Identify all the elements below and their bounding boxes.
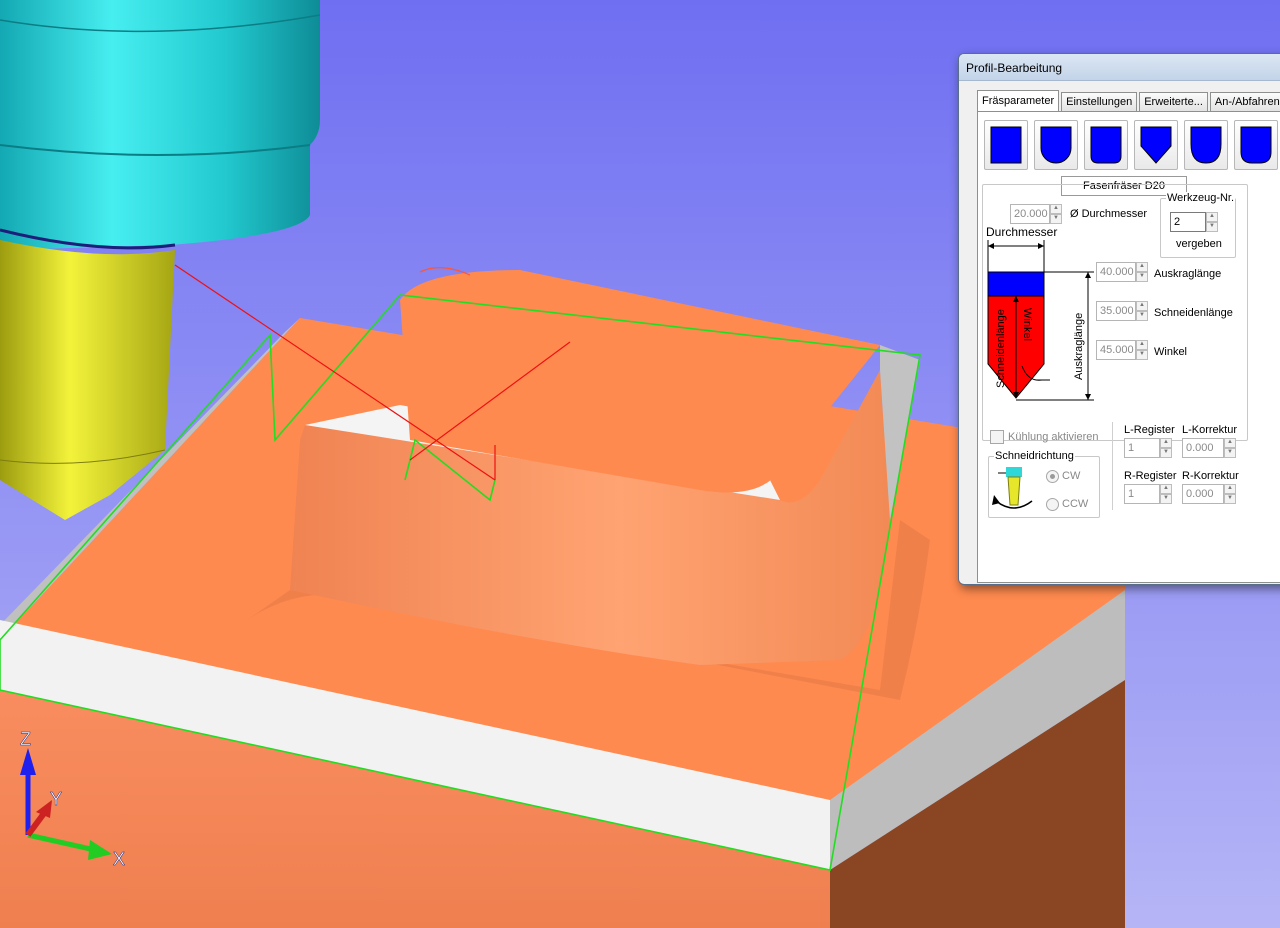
diagram-label-angle: Winkel <box>1021 308 1033 341</box>
tab-advanced[interactable]: Erweiterte... <box>1139 92 1208 111</box>
overhang-label: Auskraglänge <box>1154 268 1222 280</box>
profile-machining-dialog[interactable]: Profil-Bearbeitung Fräsparameter Einstel… <box>958 53 1280 585</box>
dialog-client: Fräsparameter Einstellungen Erweiterte..… <box>967 90 1280 584</box>
r-correction-arrows[interactable]: ▲ ▼ <box>1224 484 1236 504</box>
tool-taper-mill[interactable] <box>1234 120 1278 170</box>
angle-spinner[interactable]: 45.000 ▲ ▼ <box>1096 340 1148 360</box>
r-correction-spinner[interactable]: 0.000 ▲ ▼ <box>1182 484 1236 504</box>
cutting-length-input[interactable]: 35.000 <box>1096 301 1136 321</box>
diagram-label-diameter: Durchmesser <box>986 225 1057 239</box>
r-register-spinner[interactable]: 1 ▲ ▼ <box>1124 484 1172 504</box>
cutting-length-label: Schneidenlänge <box>1154 307 1233 319</box>
dialog-titlebar[interactable]: Profil-Bearbeitung <box>959 54 1280 81</box>
l-register-arrows[interactable]: ▲ ▼ <box>1160 438 1172 458</box>
angle-label: Winkel <box>1154 346 1188 358</box>
tabpage-milling-parameters: Fasenfräser D20 20.000 ▲ ▼ Ø Durchmesser … <box>977 111 1280 583</box>
ccw-radio[interactable] <box>1046 498 1059 511</box>
cooling-checkbox[interactable] <box>990 430 1004 444</box>
assign-label: vergeben <box>1176 238 1222 250</box>
register-separator <box>1112 422 1113 510</box>
overhang-arrows[interactable]: ▲ ▼ <box>1136 262 1148 282</box>
spindle <box>0 0 321 250</box>
tool-radius-mill[interactable] <box>1184 120 1228 170</box>
angle-arrows[interactable]: ▲ ▼ <box>1136 340 1148 360</box>
cutting-length-spinner[interactable]: 35.000 ▲ ▼ <box>1096 301 1148 321</box>
cut-direction-icon <box>992 467 1033 509</box>
tab-approach-retract[interactable]: An-/Abfahren <box>1209 92 1280 111</box>
r-correction-label: R-Korrektur <box>1182 470 1239 482</box>
cut-direction-label: Schneidrichtung <box>994 450 1075 462</box>
l-correction-spinner[interactable]: 0.000 ▲ ▼ <box>1182 438 1236 458</box>
cooling-label: Kühlung aktivieren <box>1008 431 1099 443</box>
angle-input[interactable]: 45.000 <box>1096 340 1136 360</box>
l-correction-input[interactable]: 0.000 <box>1182 438 1224 458</box>
cw-radio[interactable] <box>1046 470 1059 483</box>
tool-number-spinner[interactable]: 2 ▲ ▼ <box>1170 212 1218 232</box>
tool-number-arrows[interactable]: ▲ ▼ <box>1206 212 1218 232</box>
tool-ball-endmill[interactable] <box>1034 120 1078 170</box>
tool-flat-endmill[interactable] <box>984 120 1028 170</box>
dialog-title: Profil-Bearbeitung <box>966 61 1063 75</box>
tool-selector <box>984 120 1280 170</box>
tool-chamfer-mill[interactable] <box>1134 120 1178 170</box>
axis-label-y: Y <box>50 789 62 809</box>
tab-settings[interactable]: Einstellungen <box>1061 92 1138 111</box>
overhang-spinner[interactable]: 40.000 ▲ ▼ <box>1096 262 1148 282</box>
tool-diagram: Durchmesser Schneidenlänge Winkel Auskra… <box>986 225 1094 401</box>
ccw-label: CCW <box>1062 498 1089 510</box>
axis-label-z: Z <box>20 729 31 749</box>
tab-milling-parameters[interactable]: Fräsparameter <box>977 90 1060 111</box>
overhang-input[interactable]: 40.000 <box>1096 262 1136 282</box>
axis-label-x: X <box>113 849 125 869</box>
l-correction-arrows[interactable]: ▲ ▼ <box>1224 438 1236 458</box>
l-correction-label: L-Korrektur <box>1182 424 1238 436</box>
diagram-label-overhang: Auskraglänge <box>1073 313 1085 380</box>
tool-number-input[interactable]: 2 <box>1170 212 1206 232</box>
tool-bull-endmill[interactable] <box>1084 120 1128 170</box>
r-register-arrows[interactable]: ▲ ▼ <box>1160 484 1172 504</box>
diagram-label-cutting-length: Schneidenlänge <box>995 309 1007 388</box>
r-register-label: R-Register <box>1124 470 1177 482</box>
tool-number-label: Werkzeug-Nr. <box>1166 192 1236 204</box>
cw-label: CW <box>1062 470 1081 482</box>
cutting-length-arrows[interactable]: ▲ ▼ <box>1136 301 1148 321</box>
l-register-input[interactable]: 1 <box>1124 438 1160 458</box>
l-register-label: L-Register <box>1124 424 1175 436</box>
l-register-spinner[interactable]: 1 ▲ ▼ <box>1124 438 1172 458</box>
tab-strip: Fräsparameter Einstellungen Erweiterte..… <box>977 90 1280 112</box>
r-register-input[interactable]: 1 <box>1124 484 1160 504</box>
r-correction-input[interactable]: 0.000 <box>1182 484 1224 504</box>
